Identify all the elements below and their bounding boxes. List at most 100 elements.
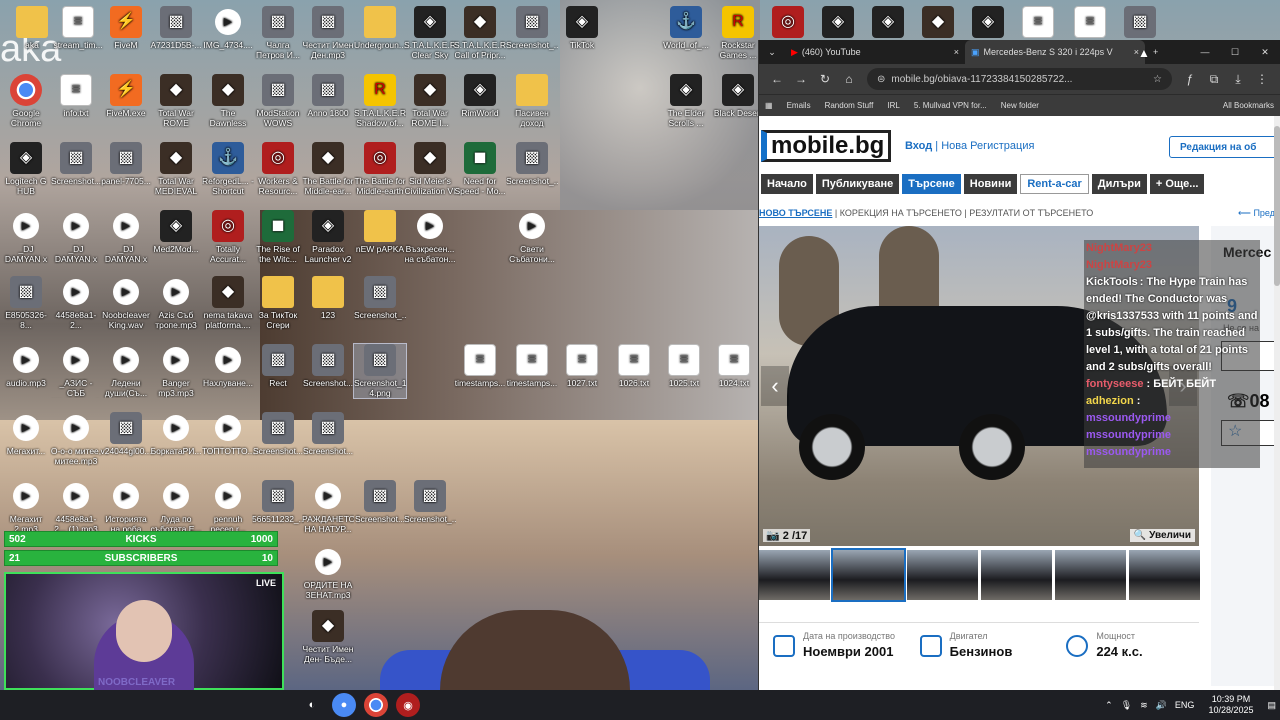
desktop-icon[interactable]: ◆The Dawnless Days Officia...: [202, 74, 254, 128]
desktop-icon[interactable]: ▶ Луда по съботата Е...: [150, 480, 202, 534]
desktop-icon[interactable]: ▶ Възкресен... на събатон...: [404, 210, 456, 264]
desktop-icon[interactable]: ▶ pennuh necen r...: [202, 480, 254, 534]
desktop-icon[interactable]: ◈ Paradox Launcher v2: [302, 210, 354, 264]
desktop-icon[interactable]: ▶ _DJ DAMYAN x БИСЕР К...: [100, 210, 152, 264]
desktop-icon[interactable]: Google Chrome: [0, 74, 52, 128]
desktop-icon[interactable]: ◆ S.T.A.L.K.E.R. Call of Pripr...: [454, 6, 506, 60]
desktop-icon[interactable]: ▩ Rect: [252, 344, 304, 398]
bookmark-star-icon[interactable]: ☆: [1153, 74, 1162, 85]
desktop-icon[interactable]: ▩ 566511232_...: [252, 480, 304, 534]
all-bookmarks[interactable]: All Bookmarks: [1223, 101, 1274, 110]
nav-dealers[interactable]: Дилъри: [1091, 174, 1147, 194]
desktop-icon[interactable]: ≡ timestamps...: [454, 344, 506, 398]
desktop-icon[interactable]: ≡ stream_tim...: [52, 6, 104, 60]
desktop-icon[interactable]: ▩ Screenshot_1 4.png: [353, 343, 407, 399]
desktop-icon[interactable]: ⚓ ReforgedL... - Shortcut: [202, 142, 254, 196]
desktop-icon[interactable]: ▶ О-о-о митее, митее.mp3: [50, 412, 102, 466]
desktop-icon[interactable]: ≡ timestamps...: [506, 344, 558, 398]
microphone-icon[interactable]: 🎙: [1121, 700, 1132, 711]
bookmark-new-folder[interactable]: New folder: [1001, 101, 1039, 110]
desktop-icon[interactable]: ▩ A7231D5B-...: [150, 6, 202, 60]
desktop-icon[interactable]: ≡ 1026.txt: [608, 344, 660, 398]
edit-ad-button[interactable]: Редакция на об: [1169, 136, 1280, 158]
desktop-icon[interactable]: ▶ ТОПТОТТО...: [202, 412, 254, 466]
desktop-icon[interactable]: ◼ Need for Speed - Mo...: [454, 142, 506, 196]
bookmark-mullvad[interactable]: 5. Mullvad VPN for...: [914, 101, 987, 110]
reload-icon[interactable]: ↻: [813, 72, 837, 86]
desktop-icon[interactable]: ▶ Мегахит 2.mp3: [0, 480, 52, 534]
tab-youtube[interactable]: ▶ (460) YouTube ×: [785, 40, 965, 64]
desktop-icon[interactable]: ▩ Честит Имен Ден.mp3: [302, 6, 354, 60]
thumbnail[interactable]: [907, 550, 978, 600]
thumbnail[interactable]: [831, 548, 906, 602]
desktop-icon[interactable]: ◆ Total War ROME I...: [404, 74, 456, 128]
desktop-icon[interactable]: ◎ Totally Accurat...: [202, 210, 254, 264]
chevron-up-icon[interactable]: ⌃: [1105, 700, 1113, 711]
desktop-icon[interactable]: ◆ nema takava platforma....: [202, 276, 254, 330]
puzzle-icon[interactable]: ⧉: [1202, 72, 1226, 87]
desktop-icon[interactable]: ▶ audio.mp3: [0, 344, 52, 398]
desktop-icon[interactable]: ◈ S.T.A.L.K.E.R. Clear Sky: [404, 6, 456, 60]
desktop-icon[interactable]: ▩ Anno 1800: [302, 74, 354, 128]
nav-search[interactable]: Търсене: [902, 174, 961, 194]
desktop-icon[interactable]: ≡ 1024.txt: [708, 344, 760, 398]
nav-news[interactable]: Новини: [963, 174, 1018, 194]
desktop-icon[interactable]: ▶ _DJ DAMYAN x БИСЕР К...: [0, 210, 52, 264]
download-icon[interactable]: ⤓: [1226, 72, 1250, 87]
desktop-icon[interactable]: ▶ _АЗИС - СЪБ ТРОПЕ.mp3: [50, 344, 102, 398]
nav-publish[interactable]: Публикуване: [815, 174, 900, 194]
notification-icon[interactable]: ▤: [1267, 700, 1276, 711]
desktop-icon[interactable]: ▩ E8505326-8...: [0, 276, 52, 330]
taskbar-app-icon[interactable]: ●: [332, 693, 356, 717]
nav-home[interactable]: Начало: [761, 174, 813, 194]
desktop-icon[interactable]: ◆Total War ROME REM...: [150, 74, 202, 128]
nav-rent-a-car[interactable]: Rent-a-car: [1020, 174, 1089, 194]
desktop-icon[interactable]: ▩ Screenshot...: [50, 142, 102, 196]
scrollbar[interactable]: [1274, 116, 1280, 690]
tab-mobile-bg[interactable]: ▣ Mercedes-Benz S 320 i 224ps V ×: [965, 40, 1145, 64]
desktop-icon[interactable]: ◈ Med2Mod...: [150, 210, 202, 264]
network-icon[interactable]: ≋: [1140, 700, 1148, 711]
menu-icon[interactable]: ⋮: [1250, 72, 1274, 86]
desktop-icon[interactable]: ⚡ FiveM: [100, 6, 152, 60]
bookmark-emails[interactable]: Emails: [787, 101, 811, 110]
desktop-icon[interactable]: aka: [6, 6, 58, 60]
bookmark-random[interactable]: Random Stuff: [825, 101, 874, 110]
desktop-icon[interactable]: ▶ 4458e8a1-2...: [50, 276, 102, 330]
home-icon[interactable]: ⌂: [837, 72, 861, 86]
volume-icon[interactable]: 🔊: [1156, 700, 1167, 711]
desktop-icon[interactable]: ▶ РАЖДАНЕТО НА НАТУР...: [302, 480, 354, 534]
desktop-icon[interactable]: ▩ ModStation WOWS: [252, 74, 304, 128]
taskbar-stream-app-icon[interactable]: ◐: [300, 693, 324, 717]
desktop-icon[interactable]: Пасивен доход: [506, 74, 558, 128]
desktop-icon[interactable]: ▩ Screenshot...: [302, 412, 354, 466]
desktop-icon[interactable]: ◼ The Rise of the Witc...: [252, 210, 304, 264]
clock[interactable]: 10:39 PM 10/28/2025: [1208, 694, 1253, 716]
url-field[interactable]: ⊜ mobile.bg/obiava-11723384150285722... …: [867, 68, 1172, 90]
desktop-icon[interactable]: ▩ Screenshot_...: [506, 6, 558, 60]
desktop-icon[interactable]: ◈ The Elder Scrolls ...: [660, 74, 712, 128]
desktop-icon[interactable]: ▶ _DJ DAMYAN x БИСЕР К...: [50, 210, 102, 264]
desktop-icon[interactable]: ▩ Screenshot_...: [404, 480, 456, 534]
desktop-icon[interactable]: ▶ Мегахит...: [0, 412, 52, 466]
desktop-icon[interactable]: ▩ v24044gl00...: [100, 412, 152, 466]
close-icon[interactable]: ×: [954, 47, 959, 57]
desktop-icon[interactable]: За ТикТок Сгери: [252, 276, 304, 330]
desktop-icon[interactable]: ◈ Logitech G HUB: [0, 142, 52, 196]
desktop-icon[interactable]: ▶ ОРДИТЕ НА ЗЕНАТ.mp3: [302, 546, 354, 600]
maximize-icon[interactable]: ☐: [1220, 47, 1250, 58]
gallery-prev-icon[interactable]: ‹: [761, 366, 789, 406]
desktop-icon[interactable]: ◈ RimWorld: [454, 74, 506, 128]
forward-icon[interactable]: →: [789, 72, 813, 86]
desktop-icon[interactable]: 123: [302, 276, 354, 330]
desktop-icon[interactable]: ≡ info.txt: [50, 74, 102, 128]
desktop-icon[interactable]: Undergroun...: [354, 6, 406, 60]
desktop-icon[interactable]: ◎ Workers & Resourc...: [252, 142, 304, 196]
back-icon[interactable]: ←: [765, 72, 789, 86]
thumbnail[interactable]: [1055, 550, 1126, 600]
desktop-icon[interactable]: ◆Total War MEDIEVAL I...: [150, 142, 202, 196]
language-indicator[interactable]: ENG: [1175, 700, 1195, 710]
zoom-button[interactable]: 🔍 Увеличи: [1129, 529, 1195, 542]
desktop-icon[interactable]: R S.T.A.L.K.E.R. Shadow of...: [354, 74, 406, 128]
bookmark-irl[interactable]: IRL: [887, 101, 899, 110]
